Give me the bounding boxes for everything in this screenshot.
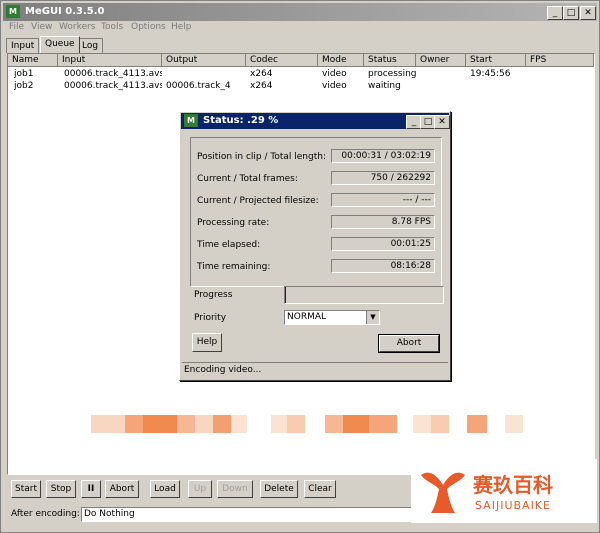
app-icon: M [6, 5, 20, 18]
tab-queue[interactable]: Queue [40, 36, 80, 53]
position-value: 00:00:31 / 03:02:19 [331, 149, 435, 163]
dialog-abort-button[interactable]: Abort [378, 334, 440, 353]
position-label: Position in clip / Total length: [197, 152, 326, 162]
after-encoding-label: After encoding: [11, 509, 80, 519]
processing-rate-value: 8.78 FPS [331, 215, 435, 229]
cell-name: job1 [14, 69, 34, 79]
status-dialog-title: Status: .29 % [203, 115, 279, 126]
menu-workers[interactable]: Workers [59, 22, 95, 32]
column-header-start[interactable]: Start [466, 54, 526, 67]
load-button[interactable]: Load [150, 480, 180, 498]
cell-output [162, 69, 246, 80]
menu-help[interactable]: Help [171, 22, 192, 32]
cell-fps [526, 69, 586, 80]
frames-label: Current / Total frames: [197, 174, 298, 184]
start-button[interactable]: Start [11, 480, 41, 498]
minimize-button[interactable]: _ [547, 6, 563, 20]
menu-file[interactable]: File [9, 22, 24, 32]
frames-value: 750 / 262292 [331, 171, 435, 185]
time-elapsed-label: Time elapsed: [197, 240, 261, 250]
filesize-label: Current / Projected filesize: [197, 196, 319, 206]
stop-button[interactable]: Stop [46, 480, 76, 498]
cell-owner [416, 81, 466, 92]
main-title-bar[interactable]: M MeGUI 0.3.5.0 _ □ ✕ [3, 3, 597, 21]
column-header-codec[interactable]: Codec [246, 54, 318, 67]
pause-button[interactable]: II [81, 480, 101, 498]
column-header-output[interactable]: Output [162, 54, 246, 67]
app-icon: M [184, 114, 198, 127]
watermark-text-en: SAIJIUBAIKE [475, 499, 551, 512]
cell-codec: x264 [250, 69, 273, 79]
cell-status: processing [368, 69, 417, 79]
column-header-input[interactable]: Input [58, 54, 162, 67]
cell-owner [416, 69, 466, 80]
priority-select-value: NORMAL [287, 312, 327, 322]
dropdown-arrow-icon[interactable]: ▼ [366, 311, 379, 324]
menu-view[interactable]: View [31, 22, 52, 32]
priority-select[interactable]: NORMAL ▼ [284, 310, 380, 325]
column-header-mode[interactable]: Mode [318, 54, 364, 67]
cell-start [466, 81, 526, 92]
time-remaining-label: Time remaining: [197, 262, 271, 272]
cell-fps [526, 81, 586, 92]
priority-label: Priority [194, 313, 227, 323]
dialog-status-text: Encoding video... [182, 362, 448, 377]
progress-label: Progress [194, 290, 233, 300]
cell-mode: video [322, 69, 347, 79]
cell-output: 00006.track_4 [166, 81, 231, 91]
time-elapsed-value: 00:01:25 [331, 237, 435, 251]
cell-mode: video [322, 81, 347, 91]
column-header-fps[interactable]: FPS [526, 54, 594, 67]
time-remaining-value: 08:16:28 [331, 259, 435, 273]
abort-button[interactable]: Abort [105, 480, 139, 498]
cell-name: job2 [14, 81, 34, 91]
main-window: M MeGUI 0.3.5.0 _ □ ✕ File View Workers … [0, 0, 600, 533]
menu-tools[interactable]: Tools [101, 22, 123, 32]
down-button[interactable]: Down [217, 480, 253, 498]
progress-bar [284, 286, 444, 304]
tab-log[interactable]: Log [77, 38, 104, 53]
window-title: MeGUI 0.3.5.0 [25, 6, 105, 17]
status-dialog: M Status: .29 % _ □ ✕ Position in clip /… [179, 111, 451, 381]
up-button[interactable]: Up [188, 480, 212, 498]
whale-tail-logo-icon [421, 472, 465, 513]
status-dialog-title-bar[interactable]: M Status: .29 % _ □ ✕ [181, 113, 450, 129]
cell-start: 19:45:56 [470, 69, 511, 79]
after-encoding-value: Do Nothing [84, 509, 135, 519]
close-button[interactable]: ✕ [580, 6, 596, 20]
watermark: 赛玖百科 SAIJIUBAIKE [411, 459, 597, 523]
maximize-button[interactable]: □ [563, 6, 579, 20]
delete-button[interactable]: Delete [260, 480, 298, 498]
column-header-owner[interactable]: Owner [416, 54, 466, 67]
watermark-text-cn: 赛玖百科 [473, 473, 553, 497]
help-button[interactable]: Help [192, 333, 222, 352]
column-header-name[interactable]: Name [8, 54, 58, 67]
cell-status: waiting [368, 81, 401, 91]
menu-options[interactable]: Options [131, 22, 166, 32]
menu-bar: File View Workers Tools Options Help [3, 21, 597, 35]
cell-input: 00006.track_4113.avs [64, 69, 162, 79]
column-header-status[interactable]: Status [364, 54, 416, 67]
dialog-close-button[interactable]: ✕ [434, 115, 450, 129]
cell-codec: x264 [250, 81, 273, 91]
filesize-value: --- / --- [331, 193, 435, 207]
processing-rate-label: Processing rate: [197, 218, 270, 228]
stats-group: Position in clip / Total length: 00:00:3… [190, 137, 442, 287]
clear-button[interactable]: Clear [304, 480, 336, 498]
cell-input: 00006.track_4113.avs [64, 81, 162, 91]
tab-input[interactable]: Input [6, 38, 40, 53]
